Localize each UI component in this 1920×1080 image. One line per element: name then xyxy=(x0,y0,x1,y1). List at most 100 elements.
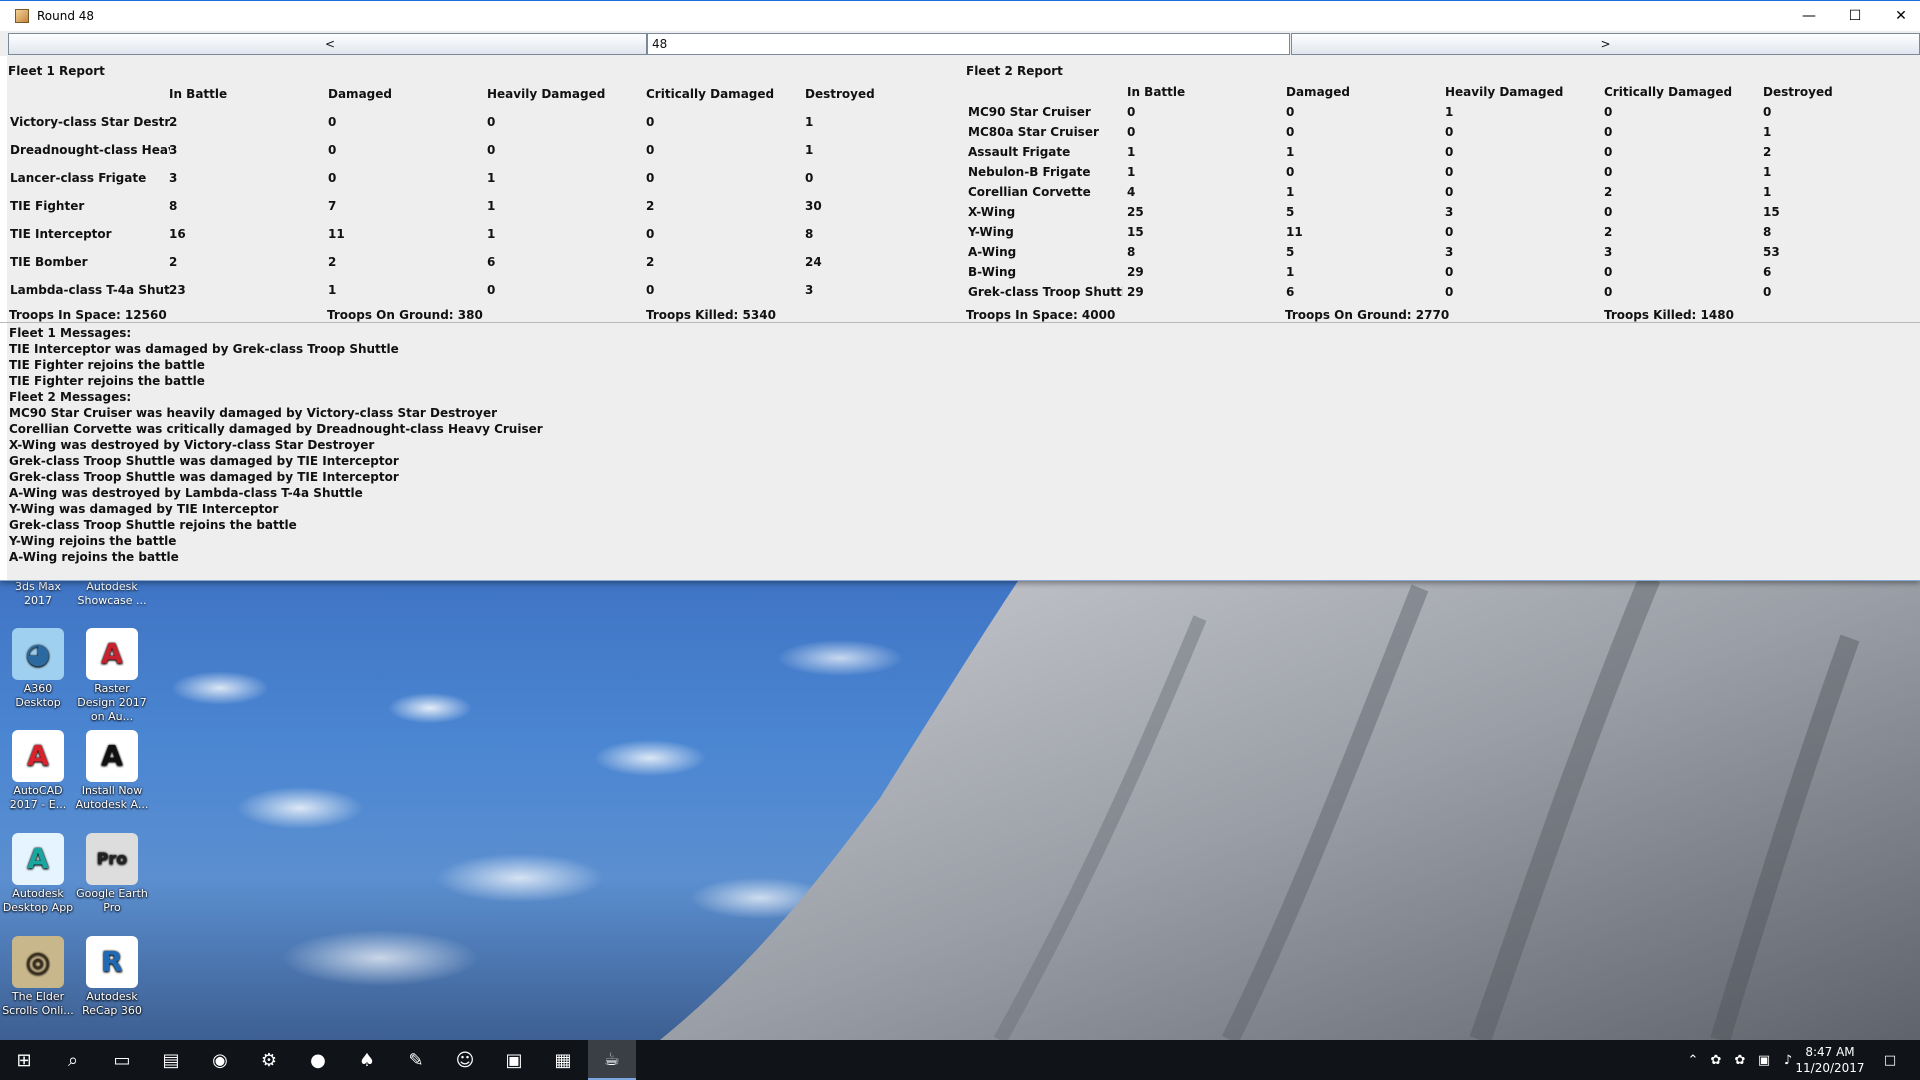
fleet2-row-value: 6 xyxy=(1286,285,1295,299)
previous-round-button[interactable]: < xyxy=(8,33,647,55)
app-shortcut-icon: ◎ xyxy=(12,936,64,988)
title-bar[interactable]: Round 48 — ☐ ✕ xyxy=(0,0,1920,31)
fleet2-column-header: Critically Damaged xyxy=(1604,85,1733,99)
fleet2-row-value: 0 xyxy=(1286,105,1295,119)
fleet1-row-value: 2 xyxy=(169,115,178,129)
fleet2-row-value: 3 xyxy=(1445,205,1454,219)
minimize-button[interactable]: — xyxy=(1786,1,1832,31)
steam-icon[interactable]: ⚙ xyxy=(245,1040,293,1080)
show-hidden-icons-icon[interactable]: ⌃ xyxy=(1682,1040,1704,1080)
message-line: TIE Fighter rejoins the battle xyxy=(9,374,205,388)
fleet1-row-value: 3 xyxy=(805,283,814,297)
desktop-shortcut[interactable]: R Autodesk ReCap 360 xyxy=(74,936,150,1018)
fleet1-column-header: Critically Damaged xyxy=(646,87,775,101)
fleet2-row-value: 0 xyxy=(1763,285,1772,299)
desktop-icon-label-autodesk-showcase[interactable]: Autodesk Showcase ... xyxy=(74,580,150,608)
fleet2-row-value: 2 xyxy=(1604,225,1613,239)
fleet2-row-value: 3 xyxy=(1445,245,1454,259)
spotify-icon[interactable]: ● xyxy=(294,1040,342,1080)
java-app-icon[interactable]: ☕ xyxy=(588,1040,636,1080)
action-center-icon[interactable]: □ xyxy=(1870,1040,1910,1080)
fleet2-row-value: 0 xyxy=(1286,165,1295,179)
fleet2-row-value: 8 xyxy=(1127,245,1136,259)
desktop-wallpaper xyxy=(0,578,1920,1040)
fleet1-row-value: 0 xyxy=(487,115,496,129)
file-explorer-icon[interactable]: ▤ xyxy=(147,1040,195,1080)
round-navigation: < 48 > xyxy=(8,33,1920,55)
fleet2-row-value: 5 xyxy=(1286,245,1295,259)
window-app-icon[interactable]: ▣ xyxy=(490,1040,538,1080)
discord-icon[interactable]: ☺ xyxy=(441,1040,489,1080)
message-line: Corellian Corvette was critically damage… xyxy=(9,422,543,436)
fleet2-row-value: 0 xyxy=(1127,105,1136,119)
fleet1-column-header: In Battle xyxy=(169,87,228,101)
java-app-icon xyxy=(15,9,29,23)
fleet1-row-ship-name: TIE Fighter xyxy=(10,199,85,213)
desktop-shortcut[interactable]: A Install Now Autodesk A... xyxy=(74,730,150,812)
message-line: Y-Wing rejoins the battle xyxy=(9,534,177,548)
fleet1-row-value: 3 xyxy=(169,171,178,185)
fleet1-troops-killed: Troops Killed: 5340 xyxy=(646,308,776,322)
fleet2-row-ship-name: A-Wing xyxy=(968,245,1017,259)
round-input[interactable]: 48 xyxy=(647,33,1290,55)
fleet2-row-value: 2 xyxy=(1763,145,1772,159)
fleet2-row-value: 0 xyxy=(1604,165,1613,179)
fleet2-column-header: Damaged xyxy=(1286,85,1350,99)
app-window: Round 48 — ☐ ✕ < 48 > Fleet 1 Report In … xyxy=(0,0,1920,581)
window-left-edge xyxy=(0,56,7,580)
desktop-shortcut[interactable]: Pro Google Earth Pro xyxy=(74,833,150,915)
fleet1-row-value: 1 xyxy=(487,227,496,241)
message-line: TIE Fighter rejoins the battle xyxy=(9,358,205,372)
fleet2-row-value: 0 xyxy=(1445,225,1454,239)
fleet1-row-value: 1 xyxy=(805,143,814,157)
chart-app-icon[interactable]: ▦ xyxy=(539,1040,587,1080)
fleet1-row-ship-name: TIE Bomber xyxy=(10,255,88,269)
start-icon[interactable]: ⊞ xyxy=(0,1040,48,1080)
fleet2-column-header: In Battle xyxy=(1127,85,1186,99)
fleet1-row-value: 23 xyxy=(169,283,186,297)
fleet2-row-value: 15 xyxy=(1127,225,1144,239)
fleet1-troops-in-space: Troops In Space: 12560 xyxy=(9,308,167,322)
tray-app-icon-2[interactable]: ✿ xyxy=(1728,1040,1752,1080)
fleet2-row-value: 3 xyxy=(1604,245,1613,259)
maximize-button[interactable]: ☐ xyxy=(1832,1,1878,31)
mountain-graphic xyxy=(660,578,1920,1040)
desktop-shortcut[interactable]: A Autodesk Desktop App xyxy=(0,833,76,915)
chrome-icon[interactable]: ◉ xyxy=(196,1040,244,1080)
tool-icon[interactable]: ✎ xyxy=(392,1040,440,1080)
skyrim-icon[interactable]: ♠ xyxy=(343,1040,391,1080)
message-line: Grek-class Troop Shuttle rejoins the bat… xyxy=(9,518,297,532)
fleet2-row-value: 0 xyxy=(1445,145,1454,159)
message-line: MC90 Star Cruiser was heavily damaged by… xyxy=(9,406,498,420)
system-clock[interactable]: 8:47 AM 11/20/2017 xyxy=(1790,1044,1870,1076)
app-shortcut-icon: A xyxy=(86,730,138,782)
clock-date: 11/20/2017 xyxy=(1795,1061,1865,1075)
fleet2-row-value: 25 xyxy=(1127,205,1144,219)
fleet1-row-value: 0 xyxy=(646,143,655,157)
desktop-icon-label-3ds-max[interactable]: 3ds Max 2017 xyxy=(0,580,76,608)
desktop-shortcut-label: AutoCAD 2017 - E... xyxy=(9,784,67,811)
network-icon[interactable]: ▣ xyxy=(1752,1040,1776,1080)
fleet2-row-value: 1 xyxy=(1286,145,1295,159)
desktop-shortcut[interactable]: A Raster Design 2017 on Au... xyxy=(74,628,150,724)
desktop-shortcut[interactable]: ◕ A360 Desktop xyxy=(0,628,76,710)
clock-time: 8:47 AM xyxy=(1805,1045,1855,1059)
fleet1-row-value: 2 xyxy=(646,255,655,269)
fleet1-row-value: 0 xyxy=(487,143,496,157)
close-button[interactable]: ✕ xyxy=(1878,1,1920,31)
search-icon[interactable]: ⌕ xyxy=(49,1040,97,1080)
app-shortcut-icon: R xyxy=(86,936,138,988)
next-round-label: > xyxy=(1600,37,1611,51)
desktop-shortcut[interactable]: A AutoCAD 2017 - E... xyxy=(0,730,76,812)
tray-app-icon[interactable]: ✿ xyxy=(1704,1040,1728,1080)
fleet1-row-value: 8 xyxy=(169,199,178,213)
fleet2-row-value: 5 xyxy=(1286,205,1295,219)
window-title: Round 48 xyxy=(37,9,95,23)
app-shortcut-icon: A xyxy=(12,730,64,782)
next-round-button[interactable]: > xyxy=(1291,33,1920,55)
fleet2-row-value: 0 xyxy=(1286,125,1295,139)
task-view-icon[interactable]: ▭ xyxy=(98,1040,146,1080)
fleet2-row-value: 0 xyxy=(1445,285,1454,299)
fleet1-row-value: 0 xyxy=(646,115,655,129)
desktop-shortcut[interactable]: ◎ The Elder Scrolls Onli... xyxy=(0,936,76,1018)
